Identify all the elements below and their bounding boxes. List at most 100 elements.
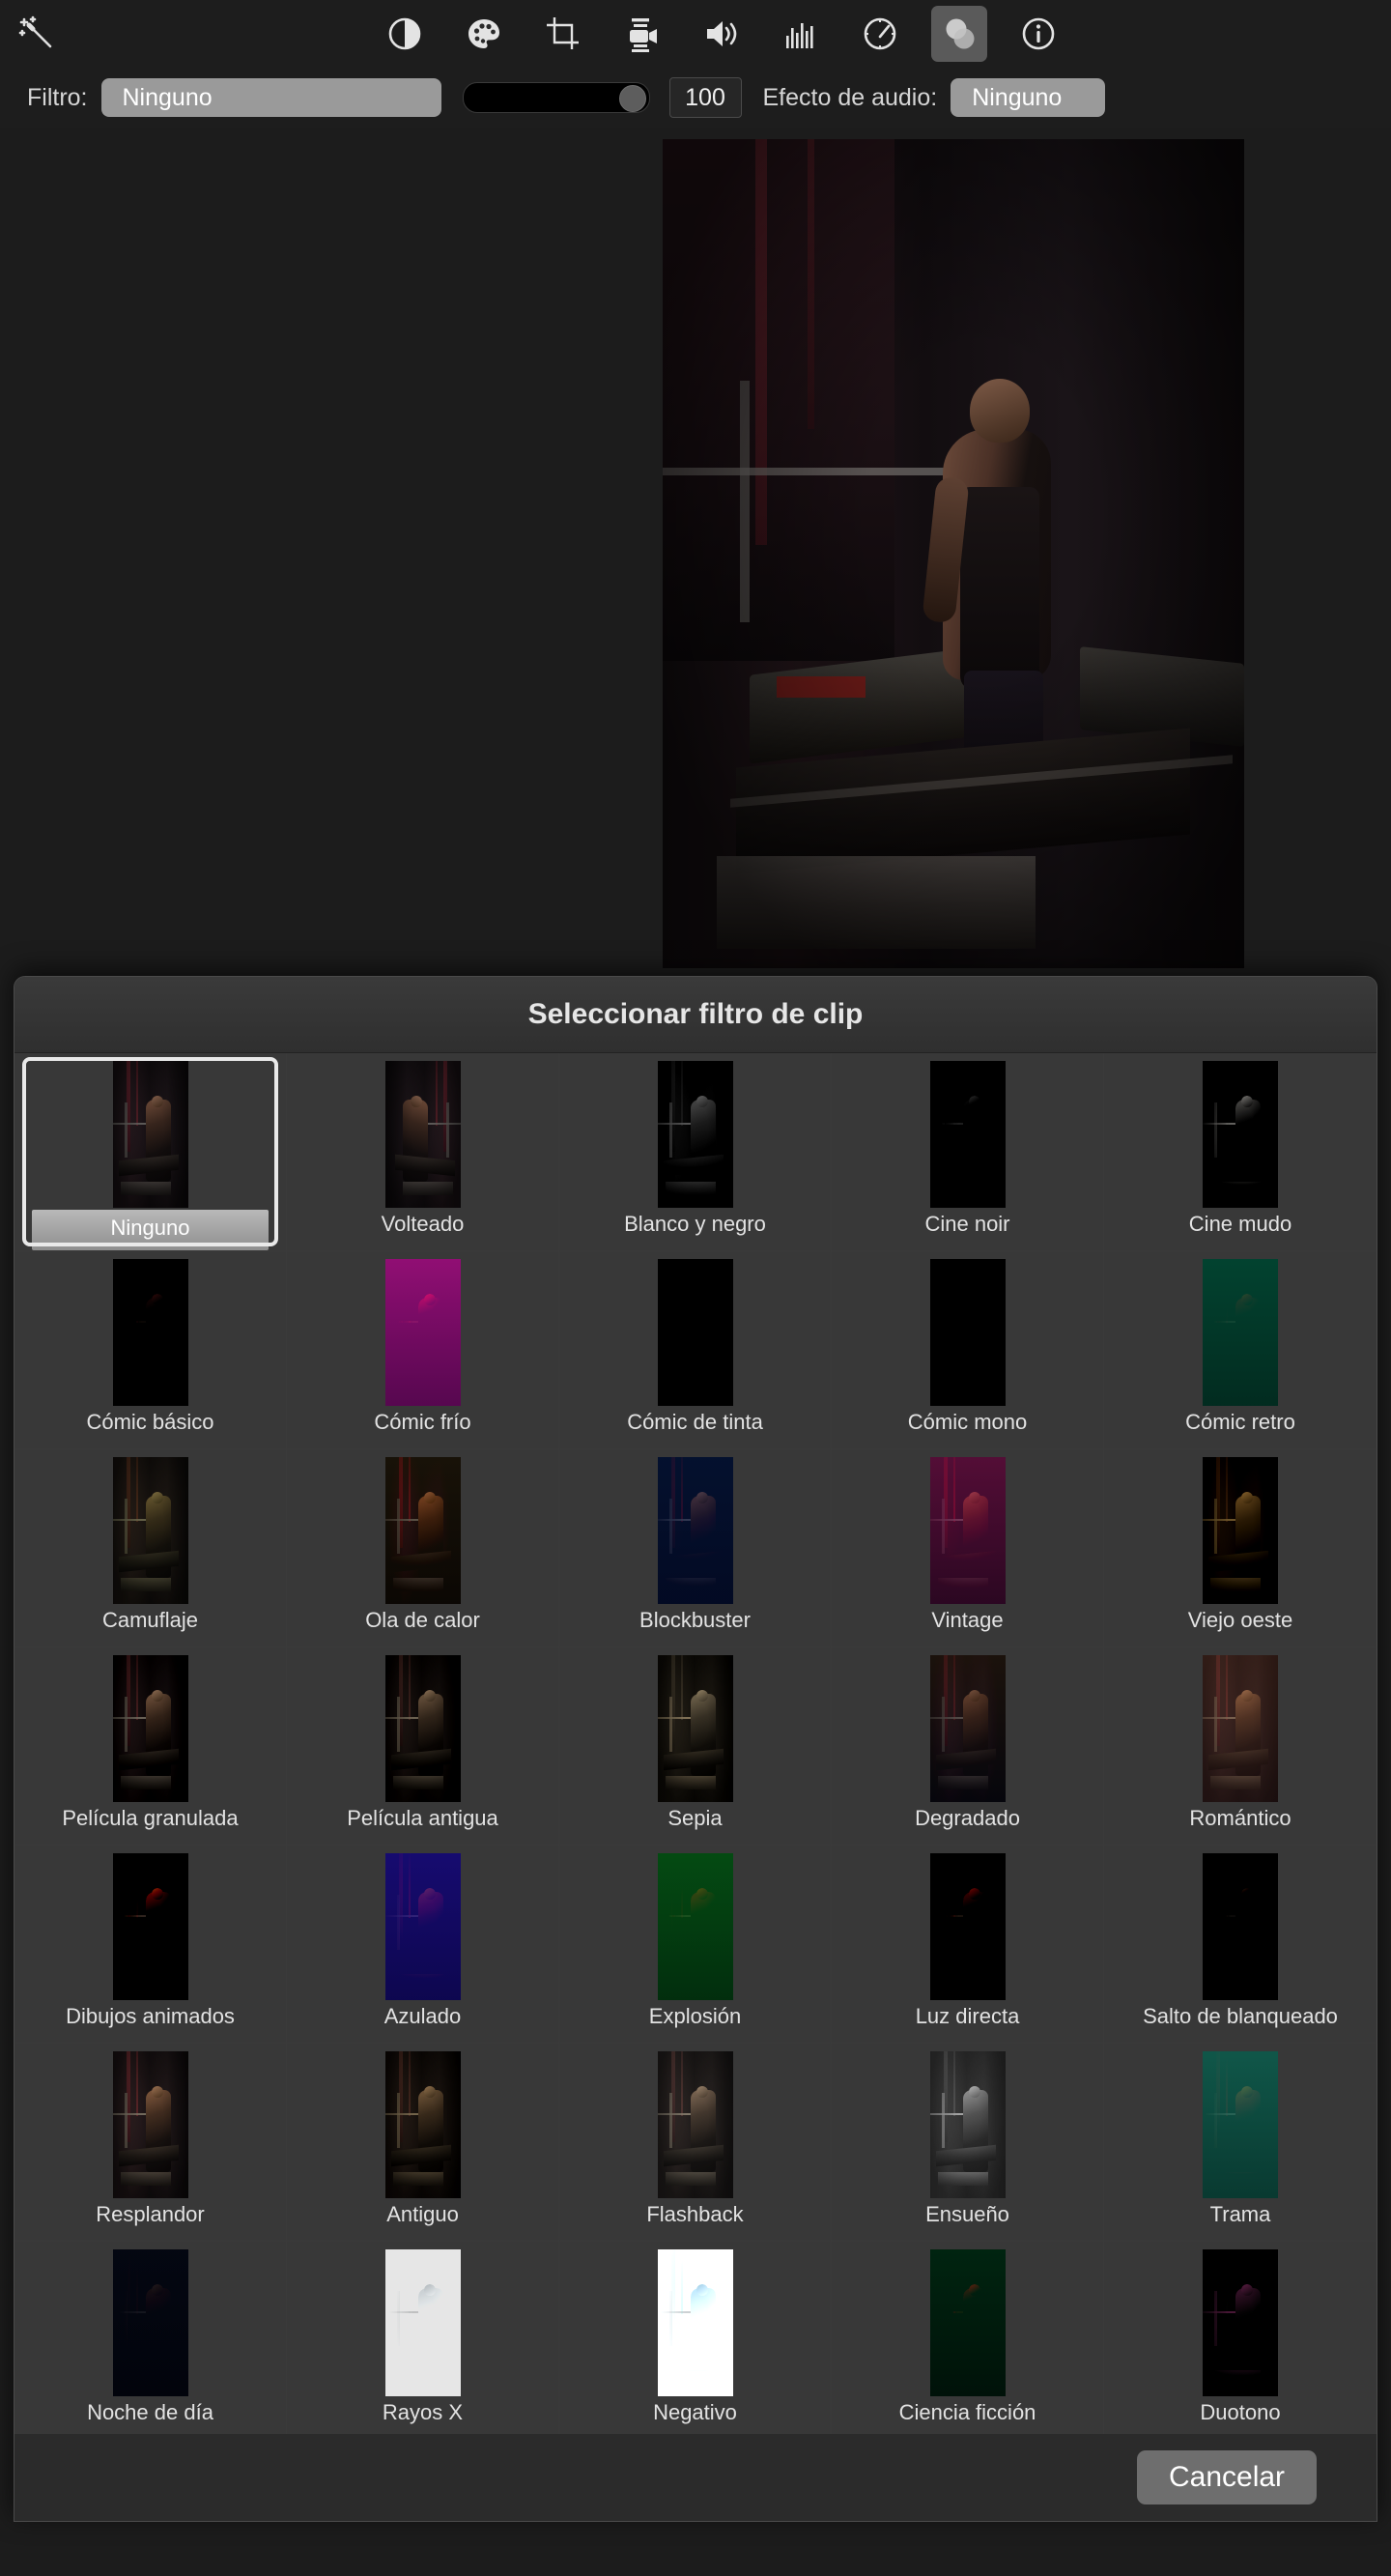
filter-cell-luz-directa[interactable]: Luz directa: [832, 1846, 1104, 2044]
filter-thumbnail: [384, 1853, 461, 2000]
filter-cell-vintage[interactable]: Vintage: [832, 1449, 1104, 1647]
filter-thumbnail: [929, 2051, 1006, 2198]
filter-label: Ninguno: [32, 1210, 269, 1250]
video-preview-area: [0, 128, 1391, 968]
filter-cell-rom-ntico[interactable]: Romántico: [1104, 1647, 1377, 1846]
filter-intensity-slider[interactable]: [462, 82, 650, 113]
filter-thumbnail: [1203, 1061, 1278, 1208]
filter-cell-degradado[interactable]: Degradado: [832, 1647, 1104, 1846]
filter-cell-negativo[interactable]: Negativo: [559, 2242, 832, 2440]
filter-thumbnail: [929, 1457, 1006, 1604]
filter-label: Cómic mono: [907, 1410, 1028, 1434]
filter-label: Noche de día: [87, 2400, 213, 2424]
filter-thumbnail: [112, 2051, 188, 2198]
filter-label: Cómic de tinta: [627, 1410, 763, 1434]
filter-popup-button[interactable]: Ninguno: [100, 78, 441, 117]
filter-thumbnail: [384, 1655, 461, 1802]
filter-thumbnail: [657, 1655, 733, 1802]
filter-cell-explosi-n[interactable]: Explosión: [559, 1846, 832, 2044]
clip-filter-icon[interactable]: [931, 6, 987, 62]
filter-cell-ensue-o[interactable]: Ensueño: [832, 2044, 1104, 2242]
clip-filter-dialog: Seleccionar filtro de clip Ninguno Voltea…: [14, 976, 1377, 2522]
filter-label: Cómic retro: [1185, 1410, 1295, 1434]
filter-label: Azulado: [383, 2004, 462, 2028]
filter-cell-viejo-oeste[interactable]: Viejo oeste: [1104, 1449, 1377, 1647]
filter-cell-azulado[interactable]: Azulado: [287, 1846, 559, 2044]
cancel-button[interactable]: Cancelar: [1137, 2450, 1317, 2504]
filter-thumbnail: [112, 1655, 188, 1802]
filter-cell-cine-noir[interactable]: Cine noir: [832, 1053, 1104, 1251]
dialog-title: Seleccionar filtro de clip: [14, 977, 1377, 1053]
filter-label: Explosión: [648, 2004, 742, 2028]
filter-label: Dibujos animados: [66, 2004, 235, 2028]
stabilization-icon[interactable]: [614, 6, 670, 62]
filter-label: Camuflaje: [101, 1608, 199, 1632]
filter-cell-dibujos-animados[interactable]: Dibujos animados: [14, 1846, 287, 2044]
filter-label: Película antigua: [347, 1806, 498, 1830]
info-icon[interactable]: [1010, 6, 1066, 62]
filter-label: Cine noir: [924, 1212, 1010, 1236]
slider-knob[interactable]: [618, 85, 646, 112]
filter-thumbnail: [929, 1655, 1006, 1802]
filter-cell-c-mic-retro[interactable]: Cómic retro: [1104, 1251, 1377, 1449]
filter-cell-noche-de-d-a[interactable]: Noche de día: [14, 2242, 287, 2440]
filter-grid: Ninguno Volteado Blanco y negro Cine noir Ci…: [14, 1053, 1377, 2440]
filter-thumbnail: [929, 1259, 1006, 1406]
filter-label: Ciencia ficción: [898, 2400, 1036, 2424]
color-balance-icon[interactable]: [377, 6, 433, 62]
filter-cell-c-mic-mono[interactable]: Cómic mono: [832, 1251, 1104, 1449]
filter-label: Degradado: [915, 1806, 1020, 1830]
filter-cell-camuflaje[interactable]: Camuflaje: [14, 1449, 287, 1647]
filter-label: Ensueño: [925, 2202, 1009, 2226]
filter-cell-c-mic-b-sico[interactable]: Cómic básico: [14, 1251, 287, 1449]
filter-cell-salto-de-blanqueado[interactable]: Salto de blanqueado: [1104, 1846, 1377, 2044]
filter-thumbnail: [657, 1061, 733, 1208]
filter-cell-trama[interactable]: Trama: [1104, 2044, 1377, 2242]
filter-control-bar: Filtro: Ninguno 100 Efecto de audio: Nin…: [0, 68, 1391, 129]
filter-cell-pel-cula-antigua[interactable]: Película antigua: [287, 1647, 559, 1846]
speed-icon[interactable]: [852, 6, 908, 62]
volume-icon[interactable]: [694, 6, 750, 62]
filter-cell-pel-cula-granulada[interactable]: Película granulada: [14, 1647, 287, 1846]
noise-reduction-icon[interactable]: [773, 6, 829, 62]
filter-cell-ola-de-calor[interactable]: Ola de calor: [287, 1449, 559, 1647]
filter-cell-sepia[interactable]: Sepia: [559, 1647, 832, 1846]
filter-label: Cómic básico: [86, 1410, 214, 1434]
filter-cell-cine-mudo[interactable]: Cine mudo: [1104, 1053, 1377, 1251]
filter-label: Película granulada: [62, 1806, 239, 1830]
filter-thumbnail: [112, 1061, 188, 1208]
filter-thumbnail: [112, 1259, 188, 1406]
crop-icon[interactable]: [535, 6, 591, 62]
filter-thumbnail: [1203, 2051, 1278, 2198]
filter-cell-blockbuster[interactable]: Blockbuster: [559, 1449, 832, 1647]
filter-cell-volteado[interactable]: Volteado: [287, 1053, 559, 1251]
filter-label: Negativo: [653, 2400, 737, 2424]
filter-thumbnail: [384, 1061, 461, 1208]
filter-label: Trama: [1209, 2202, 1271, 2226]
filter-cell-resplandor[interactable]: Resplandor: [14, 2044, 287, 2242]
filter-cell-c-mic-de-tinta[interactable]: Cómic de tinta: [559, 1251, 832, 1449]
audio-effect-popup-button[interactable]: Ninguno: [951, 78, 1106, 117]
filter-thumbnail: [657, 1853, 733, 2000]
filter-thumbnail: [384, 2249, 461, 2396]
filter-label: Cine mudo: [1188, 1212, 1292, 1236]
filter-label: Blockbuster: [639, 1608, 751, 1632]
filter-thumbnail: [1203, 1655, 1278, 1802]
filter-label: Blanco y negro: [624, 1212, 766, 1236]
filter-cell-antiguo[interactable]: Antiguo: [287, 2044, 559, 2242]
color-correction-icon[interactable]: [456, 6, 512, 62]
filter-cell-duotono[interactable]: Duotono: [1104, 2242, 1377, 2440]
filter-thumbnail: [384, 2051, 461, 2198]
filter-cell-ciencia-ficci-n[interactable]: Ciencia ficción: [832, 2242, 1104, 2440]
filter-cell-rayos-x[interactable]: Rayos X: [287, 2242, 559, 2440]
filter-cell-flashback[interactable]: Flashback: [559, 2044, 832, 2242]
filter-cell-c-mic-fr-o[interactable]: Cómic frío: [287, 1251, 559, 1449]
filter-label: Cómic frío: [374, 1410, 471, 1434]
filter-label: Ola de calor: [365, 1608, 480, 1632]
magic-wand-icon[interactable]: [15, 12, 60, 56]
filter-cell-blanco-y-negro[interactable]: Blanco y negro: [559, 1053, 832, 1251]
filter-label: Luz directa: [915, 2004, 1020, 2028]
filter-cell-ninguno[interactable]: Ninguno: [14, 1053, 287, 1251]
filter-label: Duotono: [1200, 2400, 1281, 2424]
filter-intensity-value[interactable]: 100: [668, 77, 742, 118]
